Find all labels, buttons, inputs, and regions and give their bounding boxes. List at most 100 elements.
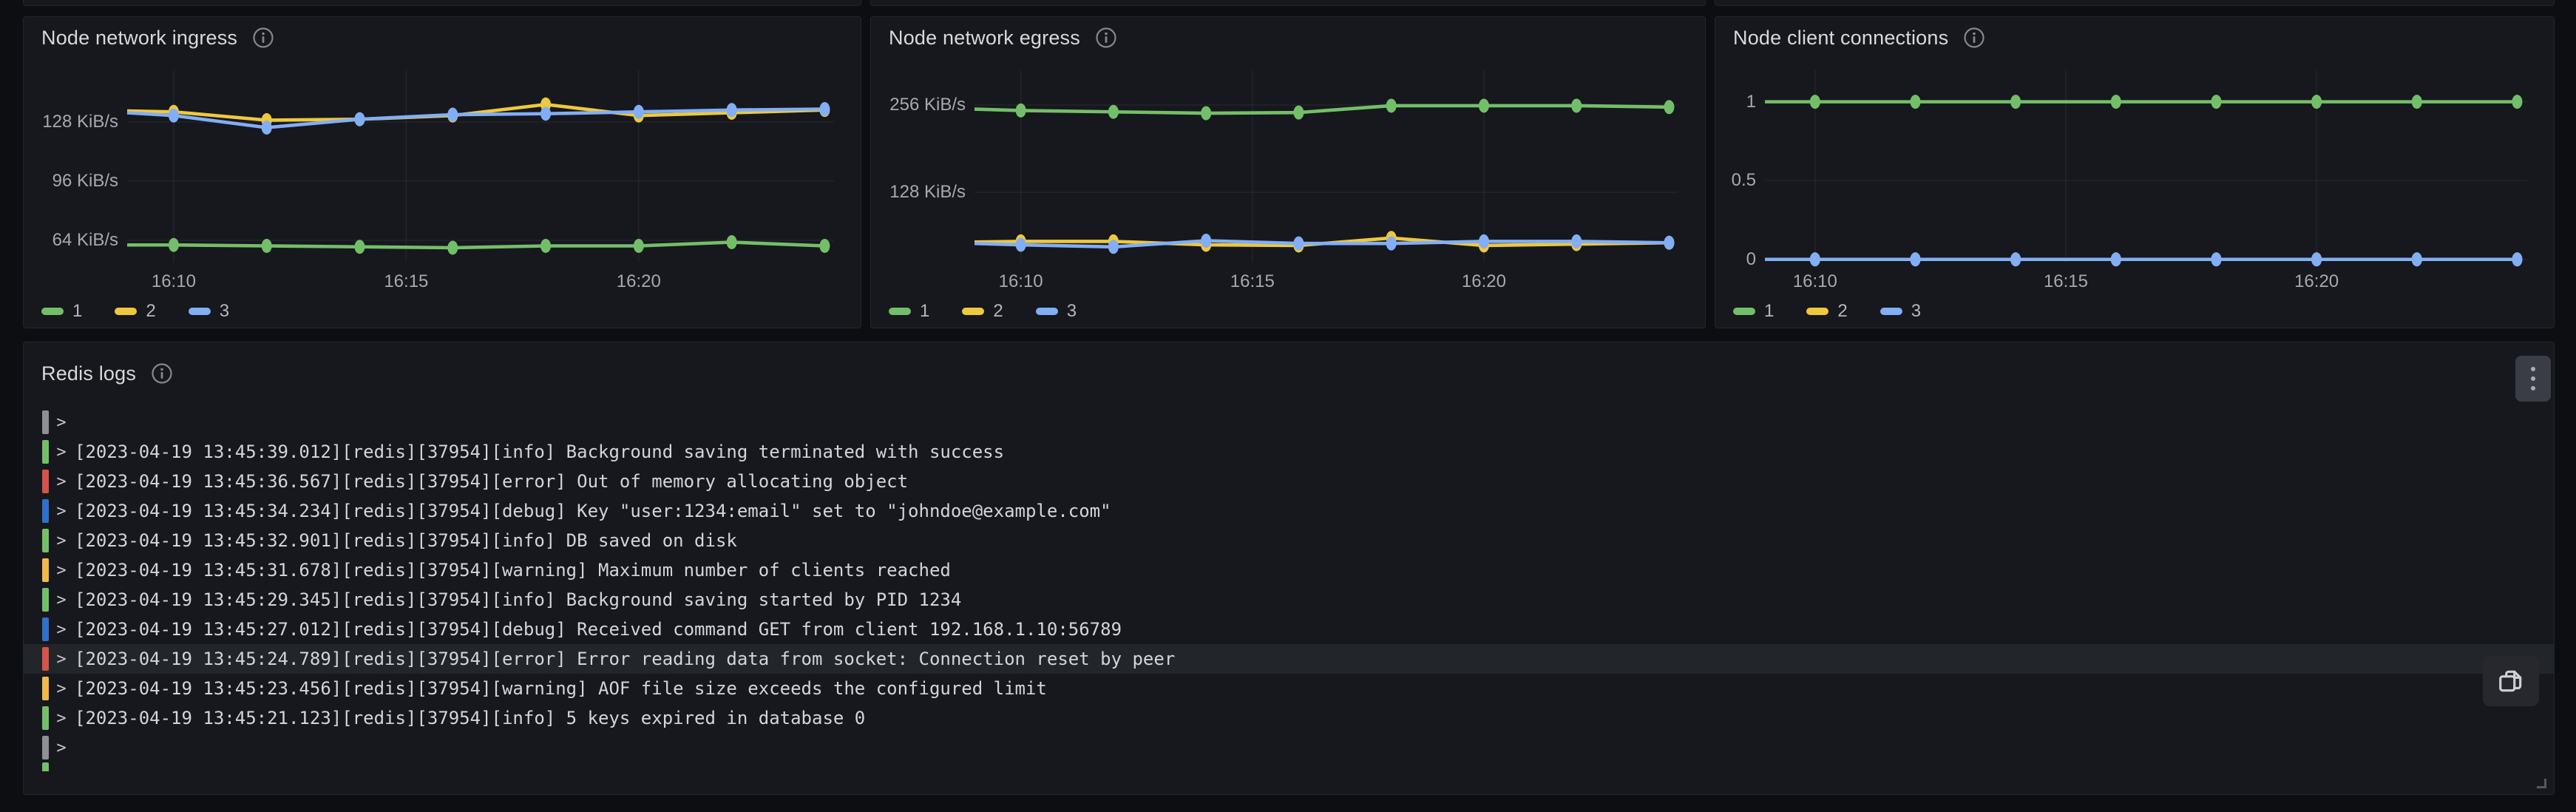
timeseries-chart: 128 KiB/s256 KiB/s16:1016:1516:20123 [871, 70, 1705, 323]
log-text: [2023-04-19 13:45:24.789][redis][37954][… [75, 649, 1175, 669]
log-level-bar-error [42, 647, 49, 671]
x-axis-tick-label: 16:20 [1462, 271, 1506, 292]
info-icon[interactable] [1963, 27, 1985, 49]
log-row[interactable]: >[2023-04-19 13:45:36.567][redis][37954]… [24, 467, 2554, 496]
log-text: [2023-04-19 13:45:31.678][redis][37954][… [75, 560, 951, 581]
log-row[interactable]: > [2023-04-19 13:45:31.678][redis][37954]… [24, 555, 2554, 585]
log-row[interactable]: > [2023-04-19 13:45:32.901][redis][37954]… [24, 526, 2554, 555]
panel-resize-handle[interactable] [2537, 779, 2546, 788]
log-text: [2023-04-19 13:45:34.234][redis][37954][… [75, 501, 1111, 521]
timeseries-chart: 00.5116:1016:1516:20123 [1715, 70, 2554, 323]
y-axis-tick-label: 0 [1746, 249, 1756, 270]
y-axis-tick-label: 96 KiB/s [52, 171, 118, 192]
legend-item-1[interactable]: 1 [1733, 301, 1774, 322]
chevron-right-icon[interactable]: > [54, 650, 69, 669]
log-row[interactable]: > [2023-04-19 13:45:24.789][redis][37954]… [24, 644, 2554, 674]
legend-item-3[interactable]: 3 [1036, 301, 1077, 322]
log-row[interactable] [24, 762, 2554, 771]
log-row[interactable]: > [24, 733, 2554, 762]
panel-title[interactable]: Redis logs [41, 362, 136, 385]
series-point-1 [354, 240, 365, 254]
series-point-3 [262, 121, 272, 135]
log-level-bar-info [42, 762, 49, 771]
series-point-1 [1479, 98, 1489, 112]
plot-canvas[interactable] [975, 70, 1678, 263]
legend-series-swatch [1806, 308, 1828, 315]
plot-canvas[interactable] [127, 70, 834, 263]
kebab-menu-icon [2531, 386, 2535, 390]
x-axis-tick-label: 16:10 [152, 271, 196, 292]
chevron-right-icon[interactable]: > [54, 502, 69, 521]
legend-series-swatch [115, 308, 137, 315]
panel-menu-button[interactable] [2515, 356, 2551, 402]
info-icon[interactable] [252, 27, 274, 49]
legend-item-3[interactable]: 3 [189, 301, 229, 322]
panel-title[interactable]: Node client connections [1733, 27, 1948, 50]
info-icon[interactable] [151, 362, 173, 385]
legend-item-2[interactable]: 2 [962, 301, 1003, 322]
log-text: [2023-04-19 13:45:32.901][redis][37954][… [75, 530, 737, 551]
chevron-right-icon[interactable]: > [54, 591, 69, 609]
x-axis: 16:1016:1516:20 [127, 263, 834, 295]
panel-redis-logs: Redis logs >>[2023-04-19 13:45:39.012][r… [23, 342, 2555, 795]
series-point-1 [634, 239, 644, 253]
chevron-right-icon[interactable]: > [54, 739, 69, 757]
y-axis-tick-label: 128 KiB/s [42, 112, 118, 132]
legend-item-3[interactable]: 3 [1880, 301, 1921, 322]
panel-header: Redis logs [24, 342, 2554, 385]
series-point-3 [1016, 238, 1026, 252]
y-axis-tick-label: 0.5 [1732, 170, 1756, 191]
series-point-1 [1571, 98, 1582, 112]
log-row[interactable]: >[2023-04-19 13:45:39.012][redis][37954]… [24, 437, 2554, 467]
panel-title[interactable]: Node network egress [889, 27, 1080, 50]
chevron-right-icon[interactable]: > [54, 561, 69, 580]
x-axis-tick-label: 16:15 [2044, 271, 2088, 292]
panel-header: Node network ingress [24, 17, 861, 50]
panel-title[interactable]: Node network ingress [41, 27, 237, 50]
info-icon[interactable] [1095, 27, 1117, 49]
series-point-3 [1386, 237, 1397, 251]
log-level-bar-debug [42, 499, 49, 523]
series-point-1 [2311, 95, 2322, 109]
log-row[interactable]: > [2023-04-19 13:45:34.234][redis][37954]… [24, 496, 2554, 526]
series-point-3 [1201, 234, 1211, 248]
log-level-bar-debug [42, 618, 49, 641]
panel-header: Node client connections [1715, 17, 2554, 50]
chevron-right-icon[interactable]: > [54, 709, 69, 728]
legend-series-swatch [1036, 308, 1058, 315]
series-point-3 [1664, 236, 1674, 250]
log-row[interactable]: >[2023-04-19 13:45:21.123][redis][37954]… [24, 703, 2554, 733]
copy-button[interactable] [2483, 656, 2539, 706]
series-point-1 [447, 241, 458, 255]
chevron-right-icon[interactable]: > [54, 413, 69, 432]
series-point-1 [1016, 104, 1026, 118]
chevron-right-icon[interactable]: > [54, 443, 69, 461]
series-point-1 [1293, 106, 1304, 120]
series-point-1 [1664, 100, 1674, 114]
legend-series-swatch [962, 308, 984, 315]
log-row[interactable]: >[2023-04-19 13:45:29.345][redis][37954]… [24, 585, 2554, 615]
series-point-3 [634, 105, 644, 119]
kebab-menu-icon [2531, 367, 2535, 371]
plot-canvas[interactable] [1765, 70, 2527, 263]
log-row[interactable]: > [24, 407, 2554, 437]
series-point-1 [2211, 95, 2221, 109]
legend-item-2[interactable]: 2 [115, 301, 155, 322]
panel-node-network-egress: Node network egress 128 KiB/s256 KiB/s16… [870, 16, 1706, 328]
chevron-right-icon[interactable]: > [54, 680, 69, 698]
series-point-3 [1293, 237, 1304, 251]
legend-item-1[interactable]: 1 [41, 301, 82, 322]
chevron-right-icon[interactable]: > [54, 532, 69, 550]
chevron-right-icon[interactable]: > [54, 473, 69, 491]
log-row[interactable]: >[2023-04-19 13:45:23.456][redis][37954]… [24, 674, 2554, 703]
legend-series-label: 3 [1067, 301, 1077, 322]
log-row[interactable]: >[2023-04-19 13:45:27.012][redis][37954]… [24, 615, 2554, 644]
legend-item-2[interactable]: 2 [1806, 301, 1847, 322]
legend-item-1[interactable]: 1 [889, 301, 929, 322]
legend-series-label: 1 [920, 301, 929, 322]
series-point-1 [1386, 98, 1397, 112]
series-point-3 [819, 102, 830, 116]
legend-series-label: 1 [1764, 301, 1774, 322]
log-level-bar-warning [42, 677, 49, 700]
chevron-right-icon[interactable]: > [54, 620, 69, 639]
